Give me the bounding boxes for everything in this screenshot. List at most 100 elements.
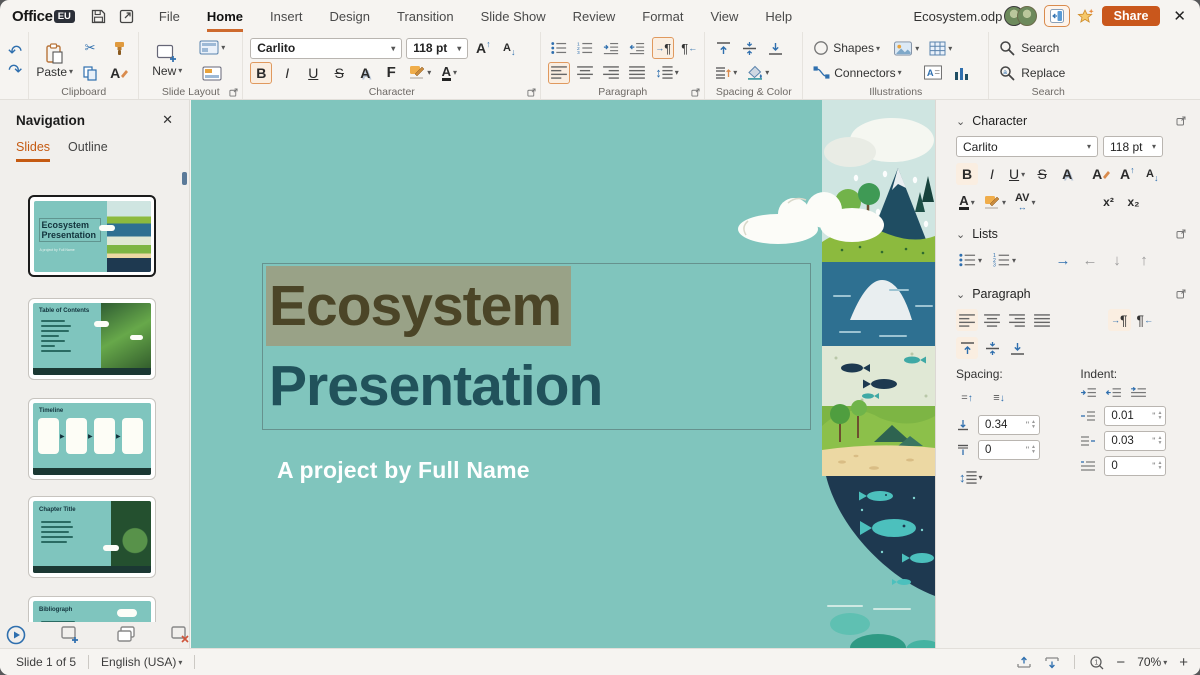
favorite-star-icon[interactable]: [1077, 8, 1095, 24]
indent-after-field[interactable]: 0.03 " ▲▼: [1104, 431, 1166, 451]
zoom-in-icon[interactable]: +: [1179, 654, 1188, 671]
right-to-left-button[interactable]: ¶←: [678, 37, 700, 59]
spinner-arrows[interactable]: ▲▼: [1031, 445, 1036, 455]
justify-button[interactable]: [626, 62, 648, 84]
sidebar-align-center-button[interactable]: [981, 309, 1003, 331]
switch-indent-icon[interactable]: [1130, 387, 1147, 400]
slide-thumbnail-5[interactable]: Bibliograph: [28, 596, 156, 622]
font-size-select[interactable]: 118 pt ▾: [406, 38, 468, 59]
underline-button[interactable]: U: [302, 62, 324, 84]
sidebar-bullet-list-button[interactable]: ▾: [956, 249, 985, 271]
paragraph-spacing-button[interactable]: ▾: [712, 62, 740, 84]
expand-dialog-icon[interactable]: [1176, 229, 1186, 239]
sidebar-subscript-button[interactable]: x₂: [1123, 191, 1145, 213]
delete-slide-button[interactable]: [170, 625, 190, 644]
slide-canvas[interactable]: Ecosystem Presentation A project by Full…: [191, 100, 935, 648]
move-up-button[interactable]: ↑: [1133, 249, 1155, 271]
connectors-button[interactable]: Connectors ▾: [810, 62, 916, 84]
open-in-window-icon[interactable]: [115, 5, 139, 27]
chevron-down-icon[interactable]: ⌄: [956, 228, 965, 241]
start-presentation-button[interactable]: [6, 625, 26, 645]
sidebar-align-left-button[interactable]: [956, 309, 978, 331]
slide-title-textbox[interactable]: Ecosystem Presentation: [262, 263, 811, 430]
sidebar-line-spacing-button[interactable]: ↕ ▾: [956, 466, 986, 488]
sidebar-ltr-button[interactable]: →¶: [1108, 309, 1131, 331]
spinner-arrows[interactable]: ▲▼: [1157, 461, 1162, 471]
sidebar-align-top-button[interactable]: [956, 337, 978, 359]
expand-dialog-icon[interactable]: [691, 88, 700, 97]
cut-button[interactable]: ✂: [79, 37, 101, 59]
sidebar-numbered-list-button[interactable]: 123 ▾: [990, 249, 1019, 271]
align-middle-button[interactable]: [738, 37, 760, 59]
change-layout-button[interactable]: [199, 63, 225, 85]
sidebar-superscript-button[interactable]: x²: [1098, 191, 1120, 213]
insert-textbox-button[interactable]: A: [920, 62, 946, 84]
sidebar-strikethrough-button[interactable]: S: [1031, 163, 1053, 185]
clear-formatting-button[interactable]: A: [107, 62, 131, 84]
language-selector[interactable]: English (USA) ▾: [101, 655, 182, 669]
align-left-button[interactable]: [548, 62, 570, 84]
sidebar-bold-button[interactable]: B: [956, 163, 978, 185]
slide-thumbnail-4[interactable]: Chapter Title: [28, 496, 156, 578]
close-navigation-icon[interactable]: ✕: [162, 112, 173, 128]
shadow-button[interactable]: A: [354, 62, 376, 84]
paste-button[interactable]: Paste▾: [36, 43, 73, 79]
duplicate-slide-button[interactable]: [116, 625, 136, 644]
insert-table-button[interactable]: ▾: [926, 37, 955, 59]
move-down-button[interactable]: ↓: [1106, 249, 1128, 271]
spinner-arrows[interactable]: ▲▼: [1031, 420, 1036, 430]
format-painter-button[interactable]: [108, 37, 130, 59]
zoom-level-selector[interactable]: 70% ▾: [1137, 655, 1167, 669]
menu-design[interactable]: Design: [330, 0, 370, 32]
strikethrough-button[interactable]: S: [328, 62, 350, 84]
redo-icon[interactable]: ↷: [8, 62, 22, 79]
expand-dialog-icon[interactable]: [527, 88, 536, 97]
sidebar-italic-button[interactable]: I: [981, 163, 1003, 185]
sidebar-highlight-button[interactable]: ▾: [981, 191, 1009, 213]
italic-button[interactable]: I: [276, 62, 298, 84]
align-center-button[interactable]: [574, 62, 596, 84]
fill-color-button[interactable]: ▾: [744, 62, 772, 84]
bold-button[interactable]: B: [250, 62, 272, 84]
expand-dialog-icon[interactable]: [229, 88, 238, 97]
chevron-down-icon[interactable]: ⌄: [956, 115, 965, 128]
spinner-arrows[interactable]: ▲▼: [1157, 436, 1162, 446]
menu-review[interactable]: Review: [573, 0, 616, 32]
menu-home[interactable]: Home: [207, 0, 243, 32]
shrink-font-button[interactable]: A↓: [498, 37, 520, 59]
layout-select-button[interactable]: ▾: [196, 37, 228, 59]
sidebar-font-size-select[interactable]: 118 pt ▾: [1103, 136, 1163, 157]
search-button[interactable]: Search: [996, 37, 1062, 59]
replace-button[interactable]: a Replace: [996, 62, 1068, 84]
space-above-field[interactable]: 0.34 " ▲▼: [978, 415, 1040, 435]
zoom-reset-icon[interactable]: 1: [1089, 655, 1104, 670]
decrease-paragraph-spacing-button[interactable]: ≡↓: [988, 387, 1010, 409]
menu-format[interactable]: Format: [642, 0, 683, 32]
sidebar-align-middle-button[interactable]: [981, 337, 1003, 359]
align-bottom-button[interactable]: [764, 37, 786, 59]
tab-outline[interactable]: Outline: [68, 140, 108, 162]
menu-insert[interactable]: Insert: [270, 0, 303, 32]
numbered-list-button[interactable]: 123: [574, 37, 596, 59]
slide-thumbnail-1[interactable]: Ecosystem Presentation A project by Full…: [28, 195, 156, 277]
menu-slide-show[interactable]: Slide Show: [481, 0, 546, 32]
new-slide-button[interactable]: New▾: [146, 44, 188, 78]
share-button[interactable]: Share: [1102, 6, 1161, 26]
save-icon[interactable]: [87, 5, 111, 27]
decrease-indent-button[interactable]: [626, 37, 648, 59]
insert-chart-button[interactable]: [950, 62, 972, 84]
sidebar-font-name-select[interactable]: Carlito ▾: [956, 136, 1098, 157]
menu-file[interactable]: File: [159, 0, 180, 32]
sidebar-shrink-font-button[interactable]: A↓: [1141, 163, 1163, 185]
demote-button[interactable]: →: [1052, 249, 1074, 271]
space-below-field[interactable]: 0 " ▲▼: [978, 440, 1040, 460]
sidebar-grow-font-button[interactable]: A↑: [1116, 163, 1138, 185]
bullet-list-button[interactable]: [548, 37, 570, 59]
shapes-button[interactable]: Shapes ▾: [810, 37, 886, 59]
sidebar-clear-formatting-button[interactable]: A: [1089, 163, 1113, 185]
indent-before-field[interactable]: 0.01 " ▲▼: [1104, 406, 1166, 426]
tab-slides[interactable]: Slides: [16, 140, 50, 162]
undo-icon[interactable]: ↶: [8, 43, 22, 60]
promote-button[interactable]: ←: [1079, 249, 1101, 271]
fit-width-icon[interactable]: [1044, 656, 1060, 669]
